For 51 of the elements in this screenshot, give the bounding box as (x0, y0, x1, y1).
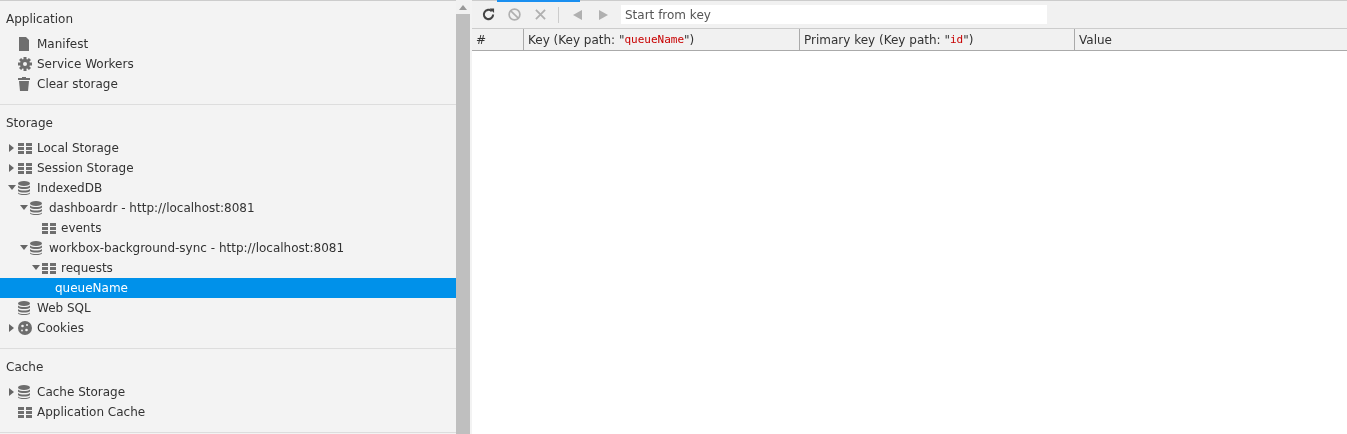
tree-item[interactable]: Service Workers (0, 54, 456, 74)
scrollbar[interactable] (456, 0, 470, 434)
grid-icon (18, 162, 32, 174)
expanded-arrow-icon[interactable] (20, 244, 28, 252)
tree-item[interactable]: Session Storage (0, 158, 456, 178)
tree-item[interactable]: Local Storage (0, 138, 456, 158)
database-icon (30, 201, 42, 215)
tree-item[interactable]: Cookies (0, 318, 456, 338)
expanded-arrow-icon[interactable] (32, 264, 40, 272)
gear-icon (18, 57, 32, 71)
expanded-arrow-icon[interactable] (8, 184, 16, 192)
collapsed-arrow-icon[interactable] (8, 388, 16, 396)
tree-item[interactable]: Cache Storage (0, 382, 456, 402)
column-header[interactable]: Value (1074, 29, 1347, 50)
tree-item[interactable]: Clear storage (0, 74, 456, 94)
tree-item[interactable]: requests (0, 258, 456, 278)
grid-icon (42, 262, 56, 274)
section-title: Application (5, 11, 75, 28)
tree-item[interactable]: Application Cache (0, 402, 456, 422)
column-header[interactable]: Primary key (Key path: "id") (799, 29, 1074, 50)
file-icon (18, 37, 30, 51)
refresh-button[interactable] (480, 6, 496, 23)
database-icon (18, 385, 30, 399)
refresh-icon (481, 8, 495, 21)
section-title: Storage (5, 115, 54, 132)
grid-icon (18, 406, 32, 418)
right-triangle-icon (598, 9, 608, 20)
tree-item[interactable]: Manifest (0, 34, 456, 54)
column-header[interactable]: Key (Key path: "queueName") (523, 29, 799, 50)
block-icon (507, 8, 521, 21)
collapsed-arrow-icon[interactable] (8, 144, 16, 152)
database-icon (30, 241, 42, 255)
tree-item[interactable]: IndexedDB (0, 178, 456, 198)
left-triangle-icon (572, 9, 582, 20)
tree-item[interactable]: Web SQL (0, 298, 456, 318)
expanded-arrow-icon[interactable] (20, 204, 28, 212)
tree-item[interactable]: dashboardr - http://localhost:8081 (0, 198, 456, 218)
grid-icon (42, 222, 56, 234)
trash-icon (18, 77, 30, 91)
column-header[interactable]: # (472, 29, 523, 50)
search-field[interactable]: Start from key (621, 5, 1047, 24)
grid-icon (18, 142, 32, 154)
collapsed-arrow-icon[interactable] (8, 324, 16, 332)
close-icon (534, 9, 546, 20)
cookie-icon (18, 321, 32, 335)
tree-item[interactable]: workbox-background-sync - http://localhost:8081 (0, 238, 456, 258)
section-title: Cache (5, 359, 45, 376)
database-icon (18, 181, 30, 195)
collapsed-arrow-icon[interactable] (8, 164, 16, 172)
database-icon (18, 301, 30, 315)
tree-item[interactable]: events (0, 218, 456, 238)
